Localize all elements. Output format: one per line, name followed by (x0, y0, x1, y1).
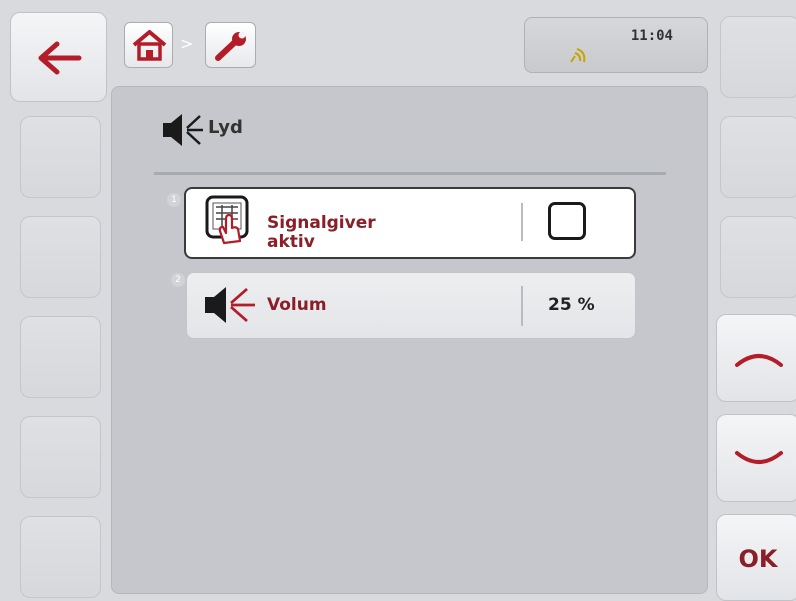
back-button[interactable] (10, 12, 107, 102)
signalgiver-checkbox[interactable] (548, 202, 586, 240)
row-label: Volum (267, 295, 327, 315)
signal-icon (570, 48, 586, 63)
volume-value: 25 % (548, 295, 595, 315)
ok-label: OK (738, 545, 778, 573)
row-number: 2 (171, 273, 185, 287)
wrench-icon (215, 31, 246, 61)
section-divider (154, 172, 666, 175)
row-separator (521, 203, 523, 241)
right-softkey-2[interactable] (720, 116, 796, 198)
scroll-up-button[interactable] (716, 314, 796, 402)
scroll-down-button[interactable] (716, 414, 796, 502)
touch-panel-icon (205, 195, 249, 245)
speaker-icon (163, 114, 203, 146)
breadcrumb-settings-button[interactable] (205, 22, 256, 68)
ok-button[interactable]: OK (716, 514, 796, 601)
breadcrumb-home-button[interactable] (124, 22, 173, 68)
breadcrumb-separator: > (180, 34, 194, 53)
row-separator (521, 286, 523, 326)
row-number: 1 (167, 193, 181, 207)
right-softkey-1[interactable] (720, 16, 796, 98)
left-softkey-4[interactable] (20, 416, 101, 498)
left-softkey-3[interactable] (20, 316, 101, 398)
chevron-down-icon (735, 451, 783, 464)
left-softkey-1[interactable] (20, 116, 101, 198)
right-softkey-3[interactable] (720, 216, 796, 298)
chevron-up-icon (735, 354, 783, 367)
section-title: Lyd (208, 117, 243, 138)
content-panel (111, 86, 708, 594)
left-softkey-5[interactable] (20, 516, 101, 598)
home-icon (132, 30, 167, 61)
row-label-line2: aktiv (267, 232, 315, 252)
arrow-left-icon (38, 41, 82, 75)
left-softkey-2[interactable] (20, 216, 101, 298)
row-label-line1: Signalgiver (267, 213, 376, 233)
clock: 11:04 (630, 28, 673, 44)
status-box: 11:04 (524, 17, 708, 73)
speaker-icon (205, 287, 255, 323)
